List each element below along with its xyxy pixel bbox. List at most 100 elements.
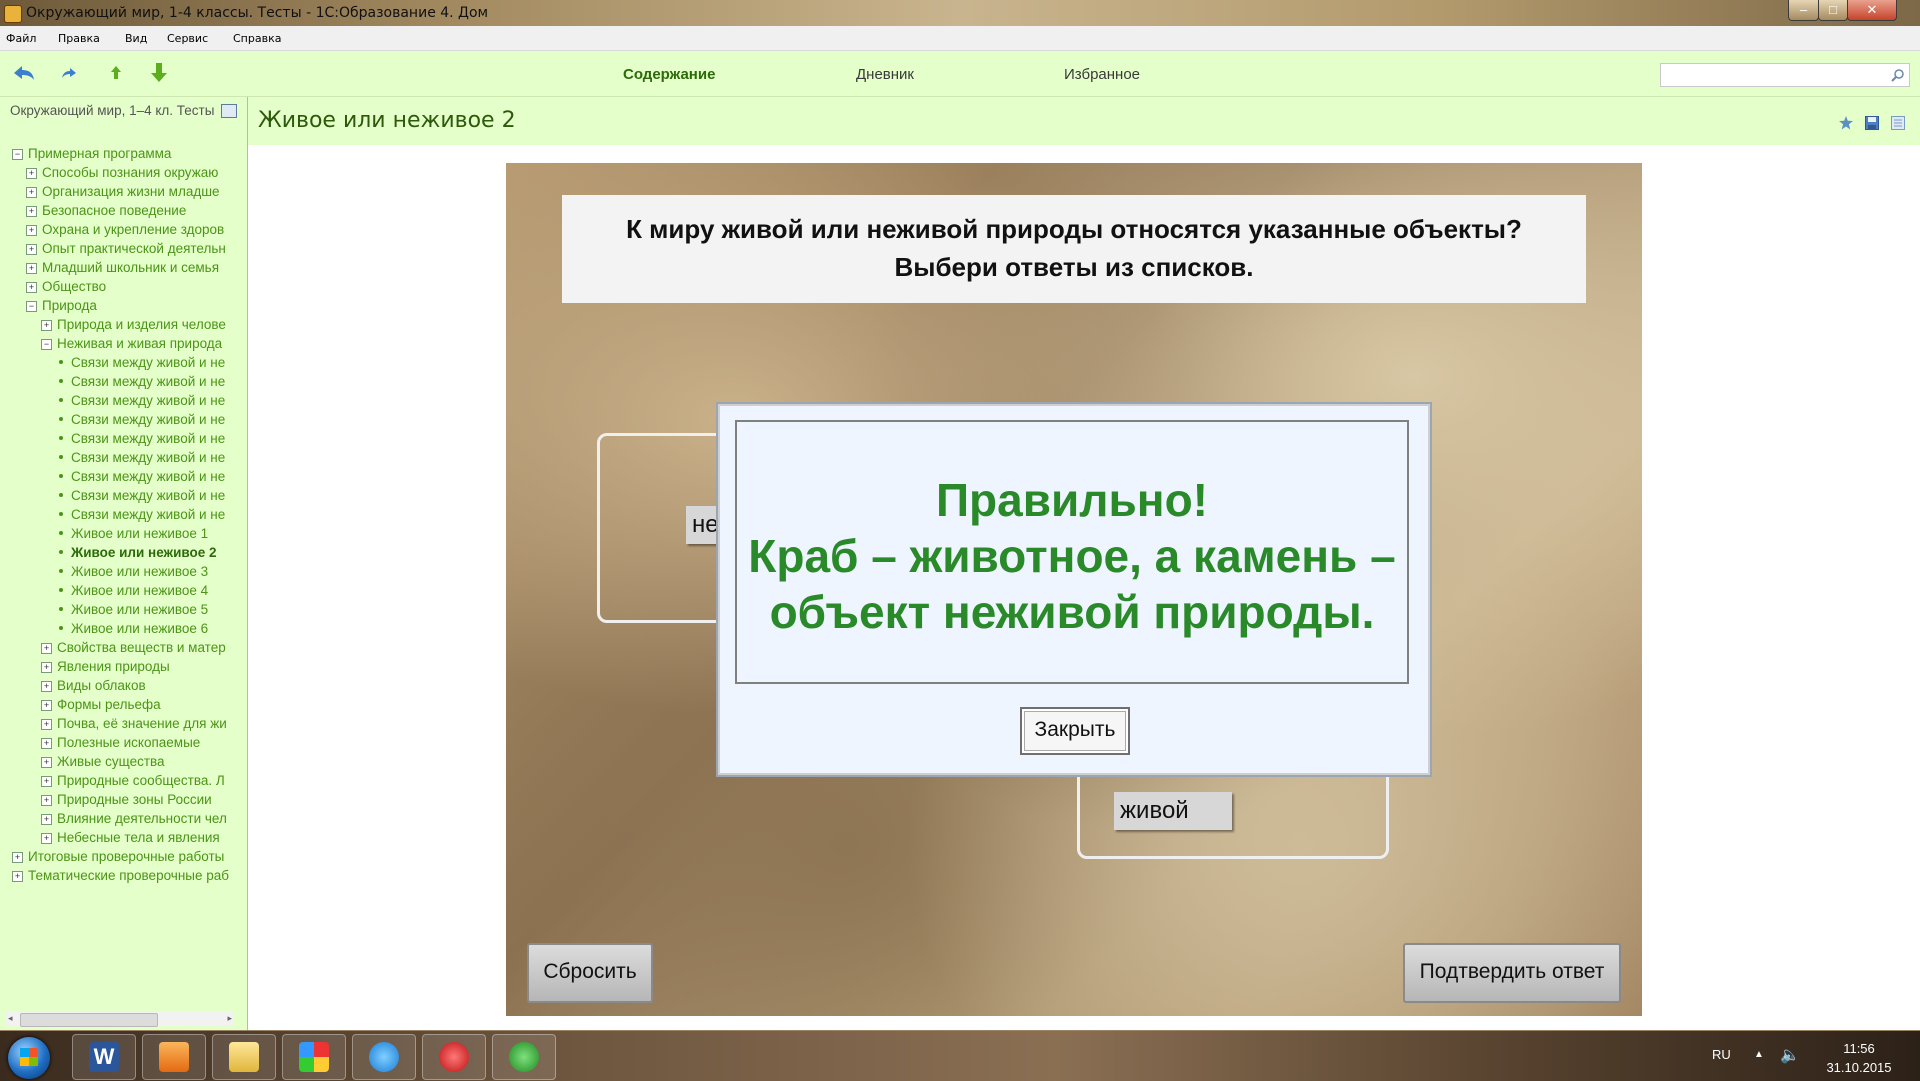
volume-icon[interactable]: 🔈 (1780, 1045, 1800, 1065)
scrollbar-thumb[interactable] (20, 1013, 158, 1027)
answer-chip-right[interactable]: живой (1114, 792, 1232, 830)
tree-expand-icon[interactable]: + (26, 187, 37, 198)
tree-item[interactable]: + Способы познания окружаю (26, 163, 242, 182)
tree-expand-icon[interactable]: + (26, 225, 37, 236)
menu-help[interactable]: Справка (233, 32, 281, 45)
menu-edit[interactable]: Правка (58, 32, 100, 45)
tree-collapse-icon[interactable]: − (12, 149, 23, 160)
close-window-button[interactable]: ✕ (1847, 0, 1897, 21)
tree-expand-icon[interactable]: + (41, 643, 52, 654)
tree-expand-icon[interactable]: + (26, 263, 37, 274)
minimize-button[interactable]: – (1788, 0, 1819, 21)
tree-item[interactable]: Связи между живой и не (56, 391, 242, 410)
tab-contents[interactable]: Содержание (623, 66, 715, 83)
tab-diary[interactable]: Дневник (856, 66, 914, 83)
tree-item[interactable]: + Тематические проверочные раб (12, 866, 242, 885)
tree-collapse-icon[interactable]: − (26, 301, 37, 312)
taskbar-internet-explorer[interactable] (352, 1034, 416, 1080)
up-arrow-icon[interactable] (104, 63, 128, 83)
tree-item[interactable]: + Влияние деятельности чел (41, 809, 242, 828)
tree-item[interactable]: Связи между живой и не (56, 505, 242, 524)
tree-item[interactable]: + Живые существа (41, 752, 242, 771)
back-arrow-icon[interactable] (12, 63, 36, 83)
system-clock[interactable]: 11:56 31.10.2015 (1814, 1039, 1904, 1077)
tree-item[interactable]: Связи между живой и не (56, 467, 242, 486)
search-icon[interactable] (1891, 68, 1905, 82)
tree-expand-icon[interactable]: + (41, 757, 52, 768)
tree-item[interactable]: + Природные зоны России (41, 790, 242, 809)
print-icon[interactable] (1891, 116, 1905, 130)
show-hidden-icons-icon[interactable]: ▲ (1754, 1049, 1764, 1060)
tree-expand-icon[interactable]: + (26, 206, 37, 217)
close-dialog-button[interactable]: Закрыть (1020, 707, 1130, 755)
down-arrow-icon[interactable] (147, 63, 171, 83)
tree-expand-icon[interactable]: + (41, 738, 52, 749)
tree-item[interactable]: + Природные сообщества. Л (41, 771, 242, 790)
search-input[interactable] (1665, 65, 1885, 87)
taskbar-word[interactable]: W (72, 1034, 136, 1080)
tree-item[interactable]: + Почва, её значение для жи (41, 714, 242, 733)
reset-button[interactable]: Сбросить (527, 943, 653, 1003)
tree-item[interactable]: + Свойства веществ и матер (41, 638, 242, 657)
taskbar-media-player[interactable] (142, 1034, 206, 1080)
save-icon[interactable] (1865, 116, 1879, 130)
tree-item[interactable]: Живое или неживое 4 (56, 581, 242, 600)
tree-item[interactable]: − Неживая и живая природа (41, 334, 242, 353)
menu-file[interactable]: Файл (6, 32, 36, 45)
tree-item[interactable]: + Полезные ископаемые (41, 733, 242, 752)
tree-expand-icon[interactable]: + (12, 871, 23, 882)
tree-item[interactable]: Связи между живой и не (56, 410, 242, 429)
tree-item[interactable]: Связи между живой и не (56, 429, 242, 448)
tree-item[interactable]: Связи между живой и не (56, 372, 242, 391)
tree-item[interactable]: − Примерная программа (12, 144, 242, 163)
tree-item[interactable]: + Небесные тела и явления (41, 828, 242, 847)
confirm-answer-button[interactable]: Подтвердить ответ (1403, 943, 1621, 1003)
tree-expand-icon[interactable]: + (41, 320, 52, 331)
tree-expand-icon[interactable]: + (41, 700, 52, 711)
tree-item[interactable]: + Организация жизни младше (26, 182, 242, 201)
maximize-button[interactable]: □ (1818, 0, 1848, 21)
language-indicator[interactable]: RU (1712, 1047, 1731, 1062)
tree-item[interactable]: + Явления природы (41, 657, 242, 676)
collapse-panel-icon[interactable] (221, 104, 237, 118)
tree-item[interactable]: Живое или неживое 2 (56, 543, 242, 562)
tree-item[interactable]: Живое или неживое 6 (56, 619, 242, 638)
tree-item[interactable]: + Виды облаков (41, 676, 242, 695)
tree-item[interactable]: Живое или неживое 3 (56, 562, 242, 581)
taskbar-network-app[interactable] (492, 1034, 556, 1080)
tab-favorites[interactable]: Избранное (1064, 66, 1140, 83)
taskbar-file-explorer[interactable] (212, 1034, 276, 1080)
tree-item[interactable]: − Природа (26, 296, 242, 315)
tree-expand-icon[interactable]: + (12, 852, 23, 863)
tree-expand-icon[interactable]: + (26, 282, 37, 293)
menu-view[interactable]: Вид (125, 32, 147, 45)
tree-expand-icon[interactable]: + (41, 776, 52, 787)
taskbar-paint[interactable] (282, 1034, 346, 1080)
taskbar-1c-education[interactable] (422, 1034, 486, 1080)
tree-expand-icon[interactable]: + (41, 833, 52, 844)
tree-item[interactable]: + Безопасное поведение (26, 201, 242, 220)
tree-expand-icon[interactable]: + (41, 814, 52, 825)
menu-service[interactable]: Сервис (167, 32, 208, 45)
sidebar-horizontal-scrollbar[interactable]: ◂ ▸ (6, 1012, 234, 1027)
tree-expand-icon[interactable]: + (41, 719, 52, 730)
tree-expand-icon[interactable]: + (41, 795, 52, 806)
tree-item[interactable]: Связи между живой и не (56, 486, 242, 505)
tree-collapse-icon[interactable]: − (41, 339, 52, 350)
tree-item[interactable]: Живое или неживое 1 (56, 524, 242, 543)
tree-item[interactable]: Связи между живой и не (56, 448, 242, 467)
tree-expand-icon[interactable]: + (41, 681, 52, 692)
forward-arrow-icon[interactable] (58, 63, 82, 83)
tree-item[interactable]: + Опыт практической деятельн (26, 239, 242, 258)
star-icon[interactable] (1839, 116, 1853, 130)
tree-expand-icon[interactable]: + (26, 168, 37, 179)
scroll-left-icon[interactable]: ◂ (8, 1013, 13, 1024)
tree-item[interactable]: Живое или неживое 5 (56, 600, 242, 619)
tree-item[interactable]: + Формы рельефа (41, 695, 242, 714)
tree-item[interactable]: + Итоговые проверочные работы (12, 847, 242, 866)
start-button[interactable] (8, 1037, 50, 1079)
tree-expand-icon[interactable]: + (41, 662, 52, 673)
scroll-right-icon[interactable]: ▸ (227, 1013, 232, 1024)
tree-item[interactable]: Связи между живой и не (56, 353, 242, 372)
tree-item[interactable]: + Общество (26, 277, 242, 296)
